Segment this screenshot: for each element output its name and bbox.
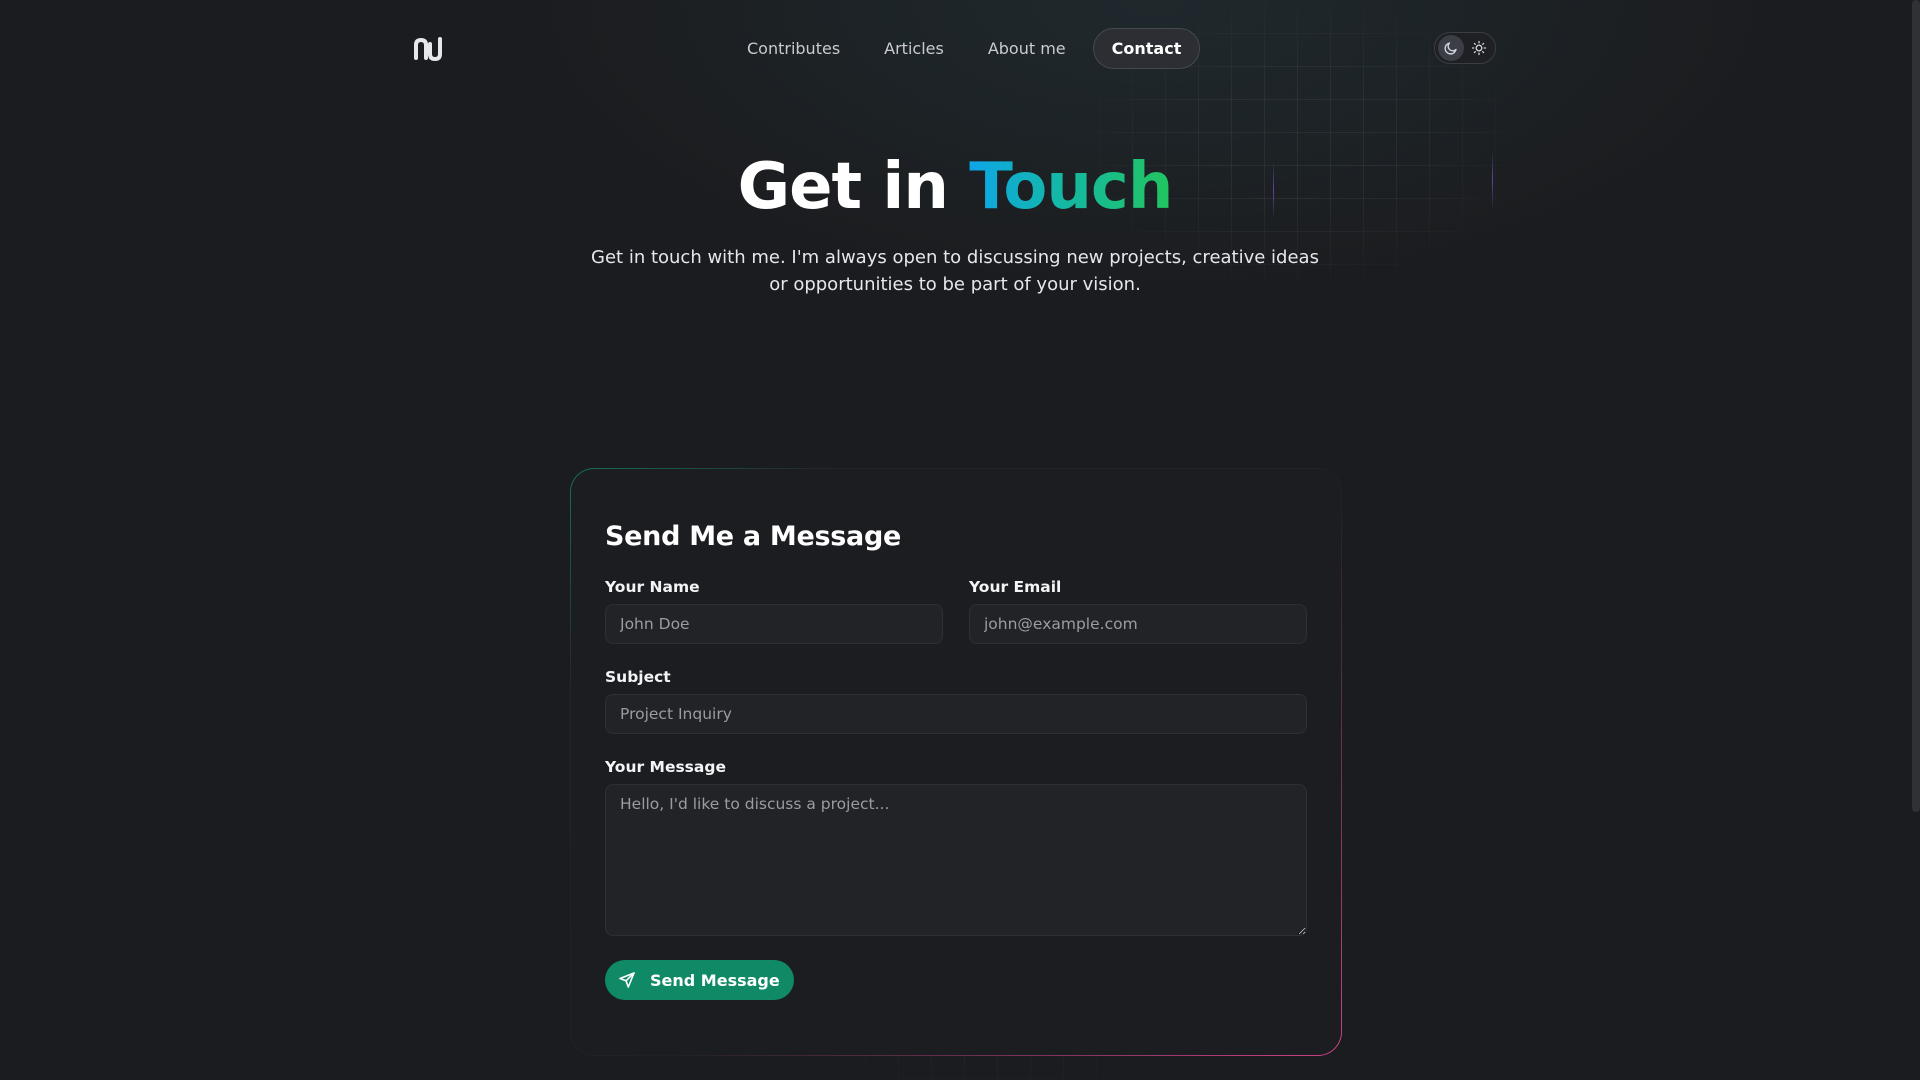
- message-label: Your Message: [605, 758, 726, 776]
- form-title: Send Me a Message: [605, 521, 901, 552]
- nav-item-about-me[interactable]: About me: [971, 29, 1083, 68]
- message-field-group: Your Message: [605, 758, 1307, 936]
- contact-form-card: Send Me a Message Your Name Your Email S…: [570, 468, 1342, 1056]
- light-mode-button[interactable]: [1466, 35, 1492, 61]
- name-field-group: Your Name: [605, 578, 943, 644]
- subject-input[interactable]: [605, 694, 1307, 734]
- email-label: Your Email: [969, 578, 1062, 596]
- email-field-group: Your Email: [969, 578, 1307, 644]
- nav-item-contact[interactable]: Contact: [1092, 28, 1201, 69]
- contact-form: Send Me a Message Your Name Your Email S…: [571, 469, 1341, 1055]
- name-input[interactable]: [605, 604, 943, 644]
- email-input[interactable]: [969, 604, 1307, 644]
- page-subtitle: Get in touch with me. I'm always open to…: [591, 247, 1319, 295]
- nav-item-contributes[interactable]: Contributes: [730, 29, 857, 68]
- sun-icon: [1471, 40, 1487, 56]
- name-email-row: Your Name Your Email: [605, 578, 1307, 644]
- page-scrollbar[interactable]: [1912, 0, 1920, 812]
- logo-icon: [414, 37, 442, 62]
- send-message-label: Send Message: [650, 970, 780, 990]
- nav-item-articles[interactable]: Articles: [867, 29, 961, 68]
- logo[interactable]: [413, 36, 443, 62]
- main-nav: Contributes Articles About me Contact: [730, 28, 1201, 69]
- dark-mode-button[interactable]: [1438, 35, 1464, 61]
- contact-page: Contributes Articles About me Contact Ge…: [0, 0, 1920, 1080]
- message-textarea[interactable]: [605, 784, 1307, 936]
- moon-icon: [1444, 42, 1457, 55]
- theme-toggle: [1434, 32, 1496, 64]
- subject-label: Subject: [605, 668, 671, 686]
- send-message-button[interactable]: Send Message: [605, 960, 794, 1000]
- page-title: Get in Touch: [0, 150, 1910, 224]
- page-title-plain: Get in: [737, 150, 970, 224]
- send-icon: [619, 972, 635, 988]
- name-label: Your Name: [605, 578, 700, 596]
- page-title-accent: Touch: [969, 150, 1173, 224]
- subject-field-group: Subject: [605, 668, 1307, 734]
- site-header: Contributes Articles About me Contact: [0, 0, 1920, 96]
